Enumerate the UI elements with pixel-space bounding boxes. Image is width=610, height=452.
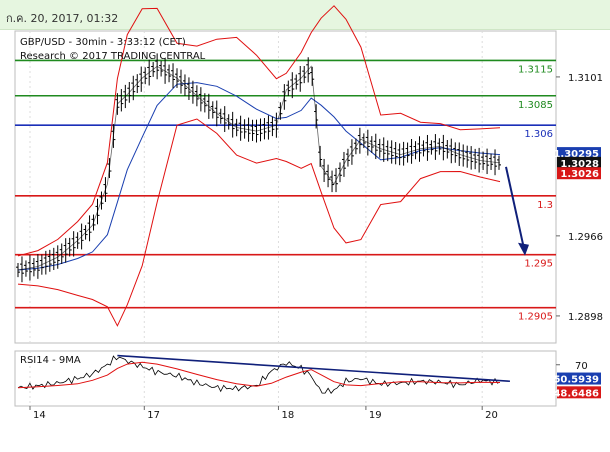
level-label: 1.3 [537, 200, 553, 211]
chart-canvas: 14 17 18 19 20 1.3101 1.2966 1.2898 70 1.3115 1.30… [14, 5, 603, 421]
price-panel-frame [14, 30, 557, 344]
level-label: 1.295 [524, 259, 553, 270]
level-label: 1.306 [524, 129, 553, 140]
level-label: 1.2905 [518, 312, 553, 323]
rsi-axis-label: 70 [575, 361, 588, 372]
x-tick-label: 19 [369, 410, 382, 421]
x-tick-label: 20 [485, 410, 498, 421]
x-tick-label: 18 [281, 410, 294, 421]
level-label: 1.3085 [518, 100, 553, 111]
price-axis-label: 1.2898 [568, 312, 603, 323]
price-tag-label: 1.3026 [560, 169, 599, 180]
x-tick-label: 14 [33, 410, 46, 421]
price-axis-label: 1.3101 [568, 73, 603, 84]
rsi-value-tag-label: 50.5939 [553, 375, 599, 386]
chart-subtitle: Research © 2017 TRADING CENTRAL [20, 51, 206, 62]
price-axis-label: 1.2966 [568, 232, 603, 243]
x-tick-label: 17 [147, 410, 160, 421]
level-label: 1.3115 [518, 64, 553, 75]
chart-title: GBP/USD - 30min - 3:33:12 (CET) [20, 37, 186, 48]
rsi-label: RSI14 - 9MA [20, 355, 81, 366]
rsi-value-tag-label: 48.6486 [553, 388, 599, 399]
